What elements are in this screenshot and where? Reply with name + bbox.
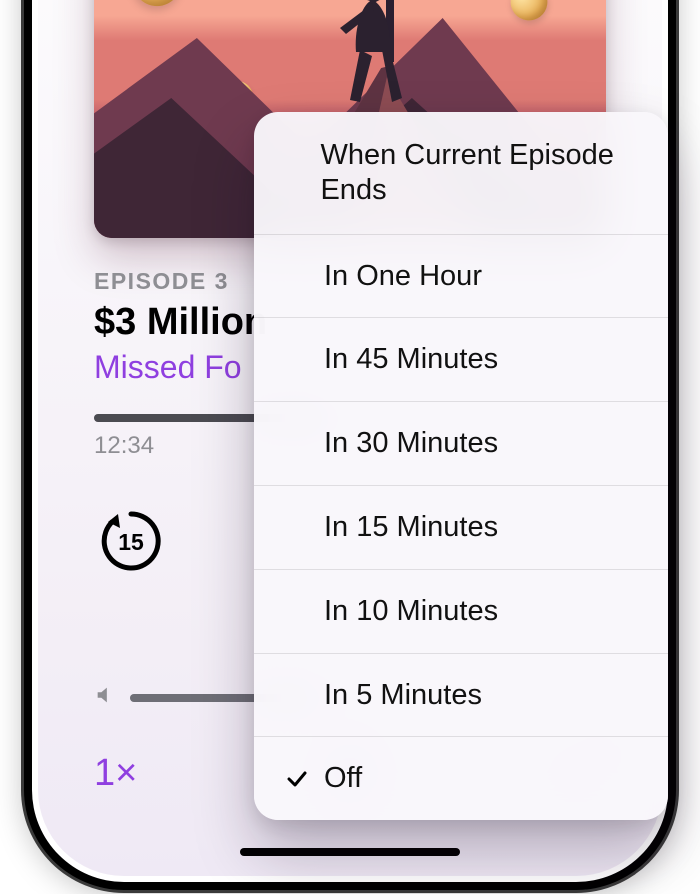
sleep-timer-option[interactable]: In 10 Minutes [254,570,668,654]
sleep-timer-option-off[interactable]: Off [254,737,668,820]
menu-item-label: When Current Episode Ends [320,138,638,208]
playback-speed-button[interactable]: 1× [94,752,137,795]
sleep-timer-option[interactable]: In 45 Minutes [254,318,668,402]
menu-item-label: In 5 Minutes [324,678,482,713]
svg-text:15: 15 [118,529,144,555]
sleep-timer-option[interactable]: When Current Episode Ends [254,112,668,235]
checkmark-icon [284,766,310,792]
menu-item-label: In One Hour [324,259,482,294]
volume-low-icon [94,684,116,711]
home-indicator[interactable] [240,848,460,856]
sleep-timer-option[interactable]: In 30 Minutes [254,402,668,486]
skip-back-15-button[interactable]: 15 [94,504,168,578]
person-flag-illustration [332,0,452,122]
sleep-timer-menu: When Current Episode Ends In One Hour In… [254,112,668,820]
menu-item-label: In 30 Minutes [324,426,498,461]
menu-item-label: In 45 Minutes [324,342,498,377]
menu-item-label: Off [324,761,362,796]
sleep-timer-option[interactable]: In One Hour [254,235,668,319]
menu-item-label: In 15 Minutes [324,510,498,545]
sleep-timer-option[interactable]: In 15 Minutes [254,486,668,570]
menu-item-label: In 10 Minutes [324,594,498,629]
sleep-timer-option[interactable]: In 5 Minutes [254,654,668,738]
